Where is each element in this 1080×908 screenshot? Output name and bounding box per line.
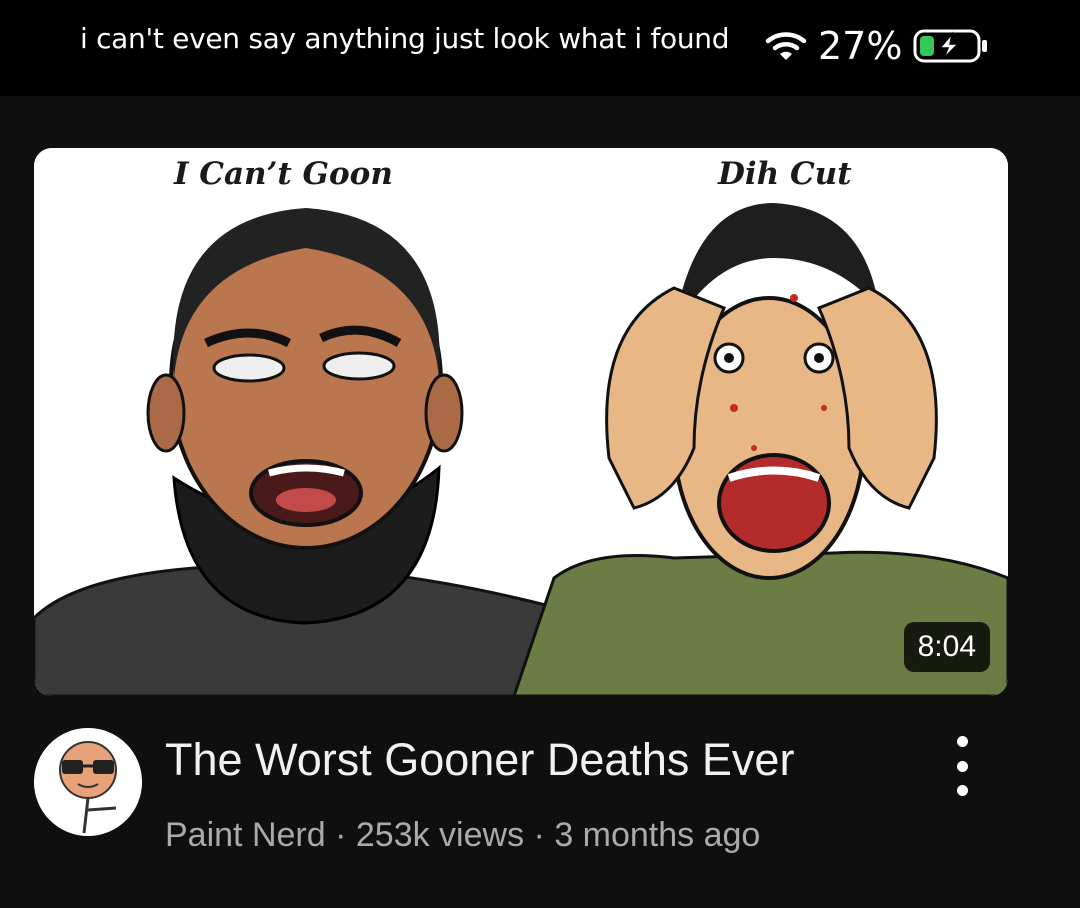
upload-age: 3 months ago bbox=[554, 816, 761, 854]
view-count: 253k views bbox=[355, 816, 525, 854]
thumbnail-right-label: Dih Cut bbox=[718, 156, 852, 192]
top-caption-bar: i can't even say anything just look what… bbox=[0, 0, 1080, 96]
caption-text: i can't even say anything just look what… bbox=[80, 22, 730, 55]
more-vertical-icon[interactable] bbox=[940, 736, 984, 796]
more-dot bbox=[956, 760, 968, 772]
thumbnail-left-label: I Can’t Goon bbox=[174, 156, 393, 192]
status-bar: 27% bbox=[764, 24, 992, 68]
avatar-illustration bbox=[34, 728, 142, 836]
battery-charging-icon bbox=[913, 29, 988, 63]
video-metadata: Paint Nerd · 253k views · 3 months ago bbox=[165, 816, 760, 855]
channel-name[interactable]: Paint Nerd bbox=[165, 816, 326, 854]
wifi-icon bbox=[765, 32, 807, 60]
video-thumbnail[interactable]: I Can’t Goon Dih Cut 8:04 bbox=[34, 148, 1008, 696]
battery-percent: 27% bbox=[818, 24, 903, 68]
channel-avatar[interactable] bbox=[34, 728, 142, 836]
duration-badge: 8:04 bbox=[903, 622, 990, 672]
separator: · bbox=[533, 816, 545, 854]
separator: · bbox=[335, 816, 347, 854]
thumbnail-illustration bbox=[34, 148, 1008, 696]
more-dot bbox=[956, 736, 968, 747]
video-title[interactable]: The Worst Gooner Deaths Ever bbox=[165, 734, 794, 786]
more-dot bbox=[956, 785, 968, 796]
